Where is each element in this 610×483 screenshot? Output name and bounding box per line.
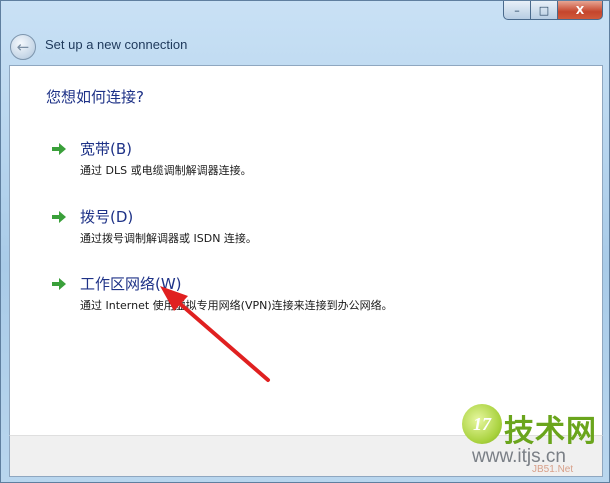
page-heading: 您想如何连接?: [46, 88, 144, 106]
close-button[interactable]: X: [558, 1, 603, 20]
option-description: 通过拨号调制解调器或 ISDN 连接。: [80, 232, 257, 245]
window-title: Set up a new connection: [45, 37, 188, 52]
green-arrow-icon: [50, 276, 68, 292]
watermark-name: 技术网: [504, 414, 597, 449]
caption-buttons: – □ X: [503, 1, 603, 21]
option-title: 工作区网络(W): [80, 275, 182, 293]
title-bar: – □ X: [1, 1, 609, 27]
maximize-button[interactable]: □: [531, 1, 558, 20]
back-arrow-icon: ←: [16, 37, 30, 56]
option-title: 拨号(D): [80, 208, 134, 226]
watermark-logo: 17: [462, 404, 502, 444]
minimize-button[interactable]: –: [503, 1, 531, 20]
navigation-bar: ← Set up a new connection: [1, 29, 609, 63]
back-button[interactable]: ←: [10, 34, 36, 60]
site-watermark: 17 技术网 www.itjs.cn JB51.Net: [462, 402, 604, 480]
green-arrow-icon: [50, 141, 68, 157]
option-title: 宽带(B): [80, 140, 132, 158]
option-description: 通过 Internet 使用虚拟专用网络(VPN)连接来连接到办公网络。: [80, 299, 393, 312]
green-arrow-icon: [50, 209, 68, 225]
content-panel: 您想如何连接? 宽带(B) 通过 DLS 或电缆调制解调器连接。 拨号(D) 通…: [9, 65, 603, 436]
watermark-small-text: JB51.Net: [532, 464, 574, 475]
option-description: 通过 DLS 或电缆调制解调器连接。: [80, 164, 252, 177]
